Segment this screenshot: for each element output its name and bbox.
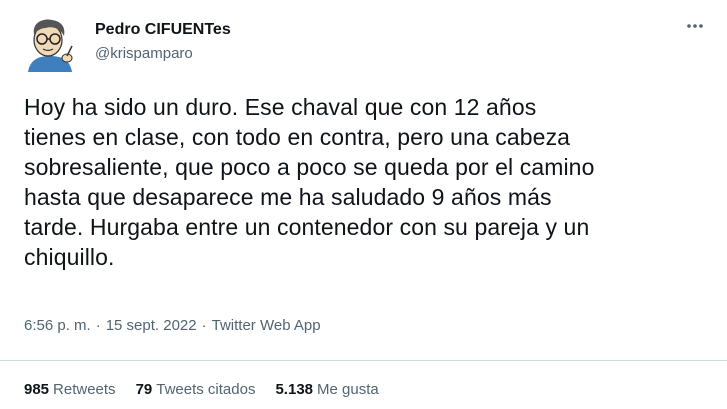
tweet-stats: 985 Retweets 79 Tweets citados 5.138 Me gus… xyxy=(24,380,379,400)
more-options-button[interactable] xyxy=(683,14,707,38)
avatar[interactable] xyxy=(24,16,76,72)
tweet-text-line: Hoy ha sido un duro. Ese chaval que con … xyxy=(24,94,537,120)
divider xyxy=(0,360,727,361)
quotes-label: Tweets citados xyxy=(156,381,256,398)
tweet-text-line: sobresaliente, que poco a poco se queda … xyxy=(24,154,595,180)
author-info: Pedro CIFUENTes @krispamparo xyxy=(95,20,231,64)
tweet-text-line: tarde. Hurgaba entre un contenedor con s… xyxy=(24,214,590,240)
tweet-text-line: hasta que desaparece me ha saludado 9 añ… xyxy=(24,184,552,210)
tweet-card: Pedro CIFUENTes @krispamparo Hoy ha sido… xyxy=(0,0,727,409)
tweet-date[interactable]: 15 sept. 2022 xyxy=(106,317,197,334)
tweet-text-line: tienes en clase, con todo en contra, per… xyxy=(24,124,571,150)
tweet-text: Hoy ha sido un duro. Ese chaval que con … xyxy=(24,92,714,272)
tweet-source[interactable]: Twitter Web App xyxy=(212,317,321,334)
display-name[interactable]: Pedro CIFUENTes xyxy=(95,20,231,40)
quotes-stat[interactable]: 79 Tweets citados xyxy=(136,380,256,400)
likes-stat[interactable]: 5.138 Me gusta xyxy=(275,380,378,400)
tweet-time[interactable]: 6:56 p. m. xyxy=(24,317,91,334)
likes-label: Me gusta xyxy=(317,381,379,398)
cartoon-avatar-icon xyxy=(28,19,73,72)
tweet-text-line: chiquillo. xyxy=(24,244,115,270)
more-horizontal-icon xyxy=(687,24,703,28)
retweets-label: Retweets xyxy=(53,381,116,398)
meta-separator: · xyxy=(95,317,101,334)
retweets-stat[interactable]: 985 Retweets xyxy=(24,380,116,400)
tweet-meta: 6:56 p. m. · 15 sept. 2022 · Twitter Web App xyxy=(24,316,321,336)
quotes-count: 79 xyxy=(135,381,153,398)
likes-count: 5.138 xyxy=(275,381,314,398)
meta-separator: · xyxy=(201,317,207,334)
user-handle[interactable]: @krispamparo xyxy=(95,44,231,64)
retweets-count: 985 xyxy=(24,381,50,398)
